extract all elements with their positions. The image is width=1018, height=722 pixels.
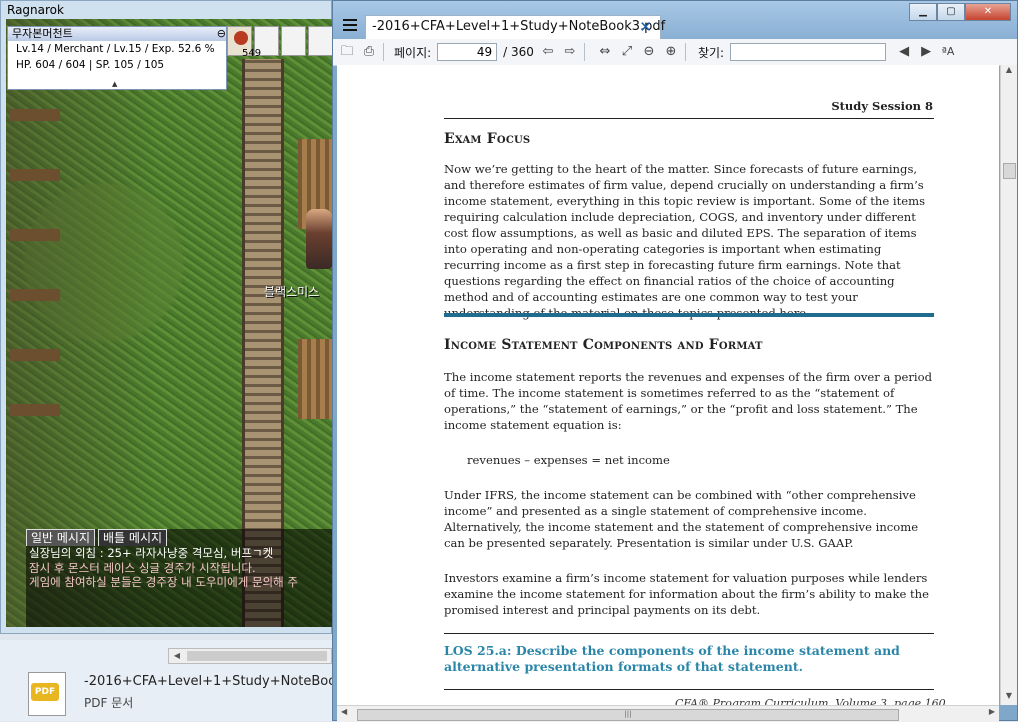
- wooden-bench: [298, 339, 332, 419]
- pdf-file-item[interactable]: PDF -2016+CFA+Level+1+Study+NoteBook3...…: [28, 672, 364, 718]
- fit-width-icon[interactable]: ⇔: [597, 44, 613, 60]
- game-window: Ragnarok 블랙스미스 무자본머천트 ⊖ Lv.14 / Merchant…: [0, 0, 333, 634]
- scroll-down-icon[interactable]: ▼: [1001, 691, 1017, 705]
- viewer-titlebar: -2016+CFA+Level+1+Study+NoteBook3.pdf ✕ …: [333, 1, 1017, 39]
- page-label: 페이지:: [394, 45, 432, 60]
- chat-message: 실장님의 외침 : 25+ 라자사냥중 격모심, 버프ㄱ켓: [29, 546, 274, 560]
- los-rule: [444, 689, 934, 690]
- page-number-input[interactable]: [437, 43, 498, 61]
- document-tab-title: -2016+CFA+Level+1+Study+NoteBook3.pdf: [372, 19, 666, 34]
- zoom-in-icon[interactable]: ⊕: [663, 44, 679, 60]
- pdf-file-icon: PDF: [28, 672, 66, 716]
- find-previous-icon[interactable]: ◀: [896, 44, 912, 60]
- scrollbar-thumb[interactable]: [187, 651, 327, 661]
- print-icon[interactable]: ⎙: [361, 44, 377, 60]
- fence-segment: [10, 404, 60, 416]
- hamburger-menu-icon[interactable]: [343, 19, 357, 31]
- npc-blacksmith-sprite[interactable]: [306, 209, 332, 269]
- preview-horizontal-scrollbar[interactable]: ◀: [168, 648, 332, 664]
- paragraph-ifrs: Under IFRS, the income statement can be …: [444, 488, 919, 550]
- scrollbar-thumb[interactable]: [1003, 163, 1016, 179]
- pdf-viewer-window: -2016+CFA+Level+1+Study+NoteBook3.pdf ✕ …: [332, 0, 1018, 722]
- fence-segment: [10, 289, 60, 301]
- status-panel-title: 무자본머천트: [12, 27, 73, 40]
- paragraph-investors: Investors examine a firm’s income statem…: [444, 571, 930, 617]
- scroll-up-icon[interactable]: ▲: [1001, 65, 1017, 79]
- npc-name-label: 블랙스미스: [264, 285, 320, 299]
- paragraph-exam-focus: Now we’re getting to the heart of the ma…: [444, 162, 926, 320]
- fence-segment: [10, 229, 60, 241]
- chat-tab-battle[interactable]: 배틀 메시지: [98, 529, 168, 546]
- header-rule: [444, 118, 934, 119]
- vertical-scrollbar[interactable]: ▲ ▼: [1000, 65, 1017, 705]
- heading-exam-focus: Exam Focus: [444, 131, 531, 147]
- file-name: -2016+CFA+Level+1+Study+NoteBook3...: [84, 674, 365, 689]
- character-status-panel: 무자본머천트 ⊖ Lv.14 / Merchant / Lv.15 / Exp.…: [7, 26, 227, 90]
- match-case-icon[interactable]: ªA: [940, 44, 956, 60]
- collapse-arrow-icon[interactable]: ▲: [112, 80, 117, 88]
- status-hp-sp-line: HP. 604 / 604 | SP. 105 / 105: [16, 59, 165, 71]
- find-input[interactable]: [730, 43, 887, 61]
- hotkey-slot[interactable]: [281, 26, 306, 56]
- previous-page-icon[interactable]: ⇦: [540, 44, 556, 60]
- potion-count: 549: [242, 48, 262, 59]
- fence-segment: [10, 349, 60, 361]
- status-level-line: Lv.14 / Merchant / Lv.15 / Exp. 52.6 %: [16, 43, 215, 55]
- file-type: PDF 문서: [84, 696, 134, 710]
- hotkey-slot[interactable]: [308, 26, 333, 56]
- page-total: / 360: [503, 45, 534, 59]
- pdf-badge: PDF: [31, 683, 59, 701]
- minimize-icon[interactable]: ▁: [909, 3, 937, 21]
- game-window-title: Ragnarok: [7, 3, 64, 17]
- chat-message: 잠시 후 몬스터 레이스 싱글 경주가 시작됩니다.: [29, 560, 256, 575]
- equation: revenues – expenses = net income: [467, 453, 670, 467]
- maximize-icon[interactable]: ▢: [937, 3, 965, 21]
- pdf-page[interactable]: Study Session 8 Exam Focus Now we’re get…: [337, 65, 999, 705]
- open-file-icon[interactable]: 🗀: [339, 44, 355, 60]
- running-header: Study Session 8: [831, 99, 933, 113]
- chat-message: 게임에 참여하실 분들은 경주장 내 도우미에게 문의해 주: [29, 575, 298, 589]
- fence-segment: [10, 169, 60, 181]
- toolbar-separator: [583, 43, 585, 61]
- fit-page-icon[interactable]: ⤢: [619, 44, 635, 60]
- heading-income-statement: Income Statement Components and Format: [444, 337, 763, 353]
- viewer-toolbar: 🗀 ⎙ 페이지: / 360 ⇦ ⇨ ⇔ ⤢ ⊖ ⊕ 찾기: ◀ ▶ ªA: [333, 39, 1017, 66]
- footer-citation: CFA® Program Curriculum, Volume 3, page …: [675, 697, 946, 705]
- fence-segment: [10, 109, 60, 121]
- document-tab[interactable]: -2016+CFA+Level+1+Study+NoteBook3.pdf ✕: [365, 15, 665, 39]
- paragraph-income-statement: The income statement reports the revenue…: [444, 370, 933, 432]
- horizontal-scrollbar[interactable]: ◀ ||| ▶: [337, 705, 999, 722]
- scrollbar-thumb[interactable]: |||: [357, 709, 899, 721]
- zoom-out-icon[interactable]: ⊖: [641, 44, 657, 60]
- scroll-left-icon[interactable]: ◀: [169, 649, 185, 663]
- section-rule: [444, 313, 934, 317]
- toolbar-separator: [383, 43, 384, 61]
- window-controls: ▁ ▢ ✕: [909, 3, 1011, 21]
- close-window-icon[interactable]: ✕: [965, 3, 1011, 21]
- potion-icon: [234, 31, 248, 45]
- close-tab-icon[interactable]: ✕: [639, 18, 652, 36]
- find-next-icon[interactable]: ▶: [918, 44, 934, 60]
- find-label: 찾기:: [697, 45, 725, 60]
- scroll-left-icon[interactable]: ◀: [341, 707, 347, 716]
- chat-window: 일반 메시지 배틀 메시지 실장님의 외침 : 25+ 라자사냥중 격모심, 버…: [26, 529, 332, 627]
- panel-toggle-icon[interactable]: ⊖: [217, 27, 226, 41]
- learning-outcome-statement: LOS 25.a: Describe the components of the…: [444, 643, 900, 674]
- los-rule: [444, 633, 934, 634]
- next-page-icon[interactable]: ⇨: [562, 44, 578, 60]
- chat-tab-general[interactable]: 일반 메시지: [26, 529, 96, 546]
- toolbar-separator: [684, 43, 686, 61]
- scroll-right-icon[interactable]: ▶: [989, 707, 995, 716]
